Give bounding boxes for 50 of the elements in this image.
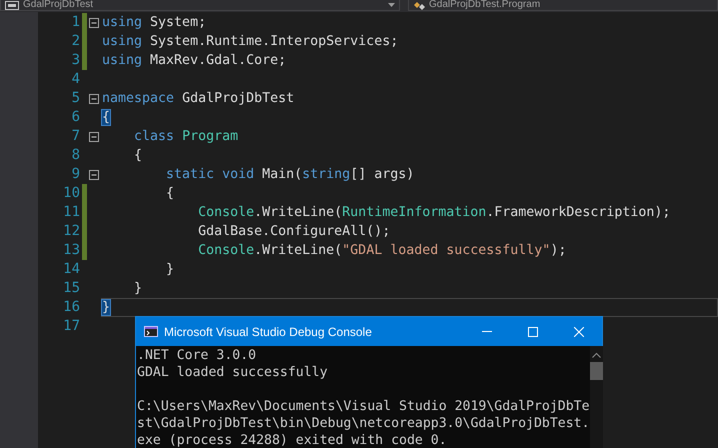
code-line: using MaxRev.Gdal.Core; — [101, 52, 288, 70]
code-line: namespace GdalProjDbTest — [101, 90, 296, 108]
csharp-project-icon — [5, 0, 19, 10]
collapse-icon[interactable] — [89, 132, 99, 142]
line-number: 17 — [62, 317, 80, 336]
code-line: Console.WriteLine("GDAL loaded successfully"); — [197, 242, 568, 260]
line-number: 3 — [70, 51, 80, 70]
line-number: 15 — [62, 279, 80, 298]
line-number: 1 — [70, 13, 80, 32]
code-line: static void Main(string[] args) — [165, 166, 416, 184]
line-number: 10 — [62, 184, 80, 203]
line-number: 2 — [70, 32, 80, 51]
code-line: GdalBase.ConfigureAll(); — [197, 223, 392, 241]
console-line: GDAL loaded successfully — [137, 364, 329, 381]
console-app-icon — [144, 326, 158, 337]
console-title: Microsoft Visual Studio Debug Console — [164, 324, 373, 338]
code-line: { — [165, 185, 176, 203]
minimize-icon — [482, 331, 492, 332]
line-number: 5 — [70, 89, 80, 108]
line-number: 11 — [62, 203, 80, 222]
code-line: class Program — [133, 128, 240, 146]
line-number: 12 — [62, 222, 80, 241]
collapse-icon[interactable] — [89, 18, 99, 28]
code-line: { — [133, 147, 144, 165]
class-icon — [413, 0, 425, 10]
line-number: 14 — [62, 260, 80, 279]
scroll-thumb[interactable] — [590, 362, 603, 380]
line-number: 6 — [70, 108, 80, 127]
maximize-icon — [528, 326, 538, 336]
code-line: Console.WriteLine(RuntimeInformation.FrameworkDescription); — [197, 204, 672, 222]
line-number: 13 — [62, 241, 80, 260]
dropdown-caret-icon — [388, 3, 395, 7]
code-line: using System; — [101, 14, 208, 32]
scroll-up-icon[interactable] — [592, 352, 601, 358]
collapse-icon[interactable] — [89, 94, 99, 104]
scrollbar[interactable] — [590, 346, 603, 448]
code-line: } — [133, 280, 144, 298]
line-number: 16 — [62, 298, 80, 317]
project-dropdown[interactable]: GdalProjDbTest — [0, 0, 400, 11]
line-number: 9 — [70, 165, 80, 184]
console-message: C:\Users\MaxRev\Documents\Visual Studio 2019\GdalProjDbTest\GdalProjDbTest\bin\Debug\netcoreapp3.0\GdalProjDbTest.exe (process 24288) exited with code 0. — [137, 398, 590, 448]
member-dropdown[interactable]: GdalProjDbTest.Program — [408, 0, 718, 11]
line-number: 8 — [70, 146, 80, 165]
code-line: using System.Runtime.InteropServices; — [101, 33, 400, 51]
line-number: 4 — [70, 70, 80, 89]
console-line: .NET Core 3.0.0 — [137, 347, 258, 364]
line-number: 7 — [70, 127, 80, 146]
close-icon — [574, 326, 584, 336]
collapse-icon[interactable] — [89, 170, 99, 180]
code-line: } — [165, 261, 176, 279]
